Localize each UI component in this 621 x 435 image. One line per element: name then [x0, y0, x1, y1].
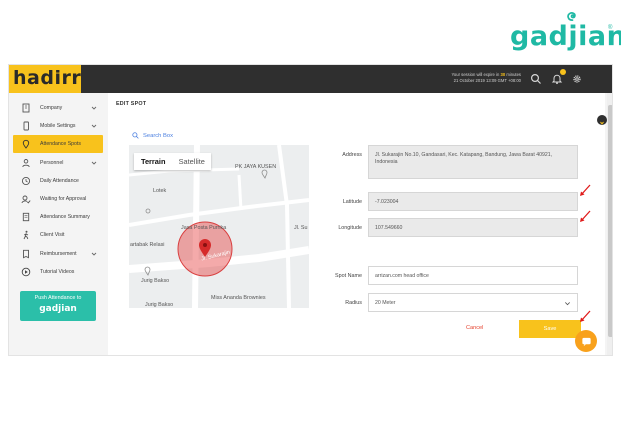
- chevron-down-icon: [91, 106, 97, 110]
- latitude-field[interactable]: -7.023004: [368, 192, 578, 211]
- push-card-gadjian-logo: gadjian: [39, 304, 77, 314]
- gear-icon[interactable]: [571, 73, 583, 85]
- hadirr-logo[interactable]: hadirr: [9, 65, 81, 93]
- map-place-label: Jl. Su: [294, 225, 308, 231]
- map-place-label: artabak Relasi: [130, 242, 165, 248]
- sidebar-item-mobile-settings[interactable]: Mobile Settings: [9, 117, 106, 135]
- sidebar-item-label: Waiting for Approval: [40, 196, 87, 202]
- spot-name-label: Spot Name: [335, 273, 362, 279]
- search-icon: [132, 132, 139, 139]
- map-place-label: Jurig Bakso: [141, 278, 170, 284]
- approval-icon: [20, 193, 32, 205]
- sidebar-item-label: Attendance Spots: [40, 141, 81, 147]
- sidebar-item-label: Personnel: [40, 160, 64, 166]
- longitude-label: Longitude: [338, 225, 362, 231]
- session-info: Your session will expire in 30 minutes 2…: [409, 72, 521, 84]
- sidebar-item-daily-attendance[interactable]: Daily Attendance: [9, 172, 106, 190]
- gadjian-wordmark: gadjian: [510, 21, 621, 52]
- sidebar-item-label: Tutorial Videos: [40, 269, 75, 275]
- push-attendance-text: Push Attendance to: [34, 295, 82, 301]
- map-place-label: Jasa Posta Purnka: [181, 225, 227, 231]
- address-field[interactable]: Jl. Sukarajin No.10, Gandasari, Kec. Kat…: [368, 145, 578, 179]
- main-content: EDIT SPOT Search Box Terrain Satellite P…: [108, 93, 605, 355]
- radius-label: Radius: [345, 300, 362, 306]
- sidebar-item-label: Reimbursement: [40, 251, 77, 257]
- red-arrow-icon: [580, 310, 591, 322]
- sidebar-item-client-visit[interactable]: Client Visit: [9, 226, 106, 244]
- sidebar-item-waiting-for-approval[interactable]: Waiting for Approval: [9, 190, 106, 208]
- chat-icon: [581, 337, 591, 346]
- address-label: Address: [342, 152, 362, 158]
- red-arrow-icon: [580, 210, 591, 222]
- sidebar-item-label: Client Visit: [40, 232, 65, 238]
- person-icon: [20, 157, 32, 169]
- chevron-down-icon: [565, 302, 570, 306]
- cancel-button[interactable]: Cancel: [466, 325, 483, 331]
- sidebar-item-personnel[interactable]: Personnel: [9, 154, 106, 172]
- longitude-field[interactable]: 107.549660: [368, 218, 578, 237]
- sidebar-item-company[interactable]: Company: [9, 99, 106, 117]
- phone-icon: [20, 120, 32, 132]
- tab-satellite[interactable]: Satellite: [173, 153, 212, 170]
- swirl-icon: [567, 12, 576, 21]
- notification-badge: [560, 69, 566, 75]
- scrollbar-thumb[interactable]: [608, 105, 612, 337]
- sidebar-item-label: Company: [40, 105, 63, 111]
- tab-terrain[interactable]: Terrain: [134, 153, 173, 170]
- sidebar-item-attendance-spots[interactable]: Attendance Spots: [13, 135, 103, 153]
- search-box-label: Search Box: [143, 132, 173, 139]
- map-place-label: Lotek: [153, 188, 167, 194]
- spot-name-field[interactable]: arrizan.com head office: [368, 266, 578, 285]
- sidebar-item-tutorial-videos[interactable]: Tutorial Videos: [9, 263, 106, 281]
- summary-icon: [20, 211, 32, 223]
- session-date: 21 October 2019 13:09 GMT +08:00: [453, 78, 521, 83]
- sidebar-item-reimbursement[interactable]: Reimbursement: [9, 245, 106, 263]
- session-minutes: 30: [500, 72, 506, 77]
- chevron-icon: [600, 121, 604, 125]
- hadirr-wordmark: hadirr: [13, 67, 82, 89]
- page-title: EDIT SPOT: [116, 101, 147, 107]
- radius-select[interactable]: 20 Meter: [368, 293, 578, 312]
- top-bar: hadirr Your session will expire in 30 mi…: [9, 65, 612, 93]
- session-unit: minutes: [506, 72, 521, 77]
- map-place-label: Jurig Bakso: [145, 302, 174, 308]
- chevron-down-icon: [91, 252, 97, 256]
- collapse-toggle[interactable]: [597, 115, 607, 125]
- radius-value: 20 Meter: [375, 300, 396, 306]
- app-window: hadirr Your session will expire in 30 mi…: [8, 64, 613, 356]
- gadjian-logo: gadjian ®: [510, 7, 621, 52]
- save-button[interactable]: Save: [519, 320, 581, 338]
- map-place-label: PK JAYA KUSEN: [235, 164, 277, 170]
- walk-icon: [20, 229, 32, 241]
- sidebar-item-label: Mobile Settings: [40, 123, 76, 129]
- receipt-icon: [20, 248, 32, 260]
- chevron-down-icon: [91, 161, 97, 165]
- clock-icon: [20, 175, 32, 187]
- session-text: Your session will expire in: [451, 72, 500, 77]
- sidebar-item-attendance-summary[interactable]: Attendance Summary: [9, 208, 106, 226]
- chat-button[interactable]: [575, 330, 597, 352]
- chevron-down-icon: [91, 124, 97, 128]
- registered-mark: ®: [608, 25, 613, 31]
- page: gadjian ® hadirr Your session will expir…: [0, 0, 621, 435]
- search-box-link[interactable]: Search Box: [132, 132, 173, 139]
- sidebar-item-label: Daily Attendance: [40, 178, 79, 184]
- push-attendance-card[interactable]: Push Attendance to gadjian: [20, 291, 96, 321]
- building-icon: [20, 102, 32, 114]
- sidebar-item-label: Attendance Summary: [40, 214, 90, 220]
- pin-icon: [20, 138, 32, 150]
- map-type-control: Terrain Satellite: [134, 153, 211, 170]
- search-icon[interactable]: [530, 73, 542, 85]
- red-arrow-icon: [580, 184, 591, 196]
- sidebar: Company Mobile Settings Attendance Spots…: [9, 93, 106, 355]
- map-place-label: Miss Ananda Brownies: [211, 295, 266, 301]
- latitude-label: Latitude: [342, 199, 362, 205]
- map-view[interactable]: Terrain Satellite PK JAYA KUSEN Lotek Ja…: [129, 145, 309, 308]
- play-icon: [20, 266, 32, 278]
